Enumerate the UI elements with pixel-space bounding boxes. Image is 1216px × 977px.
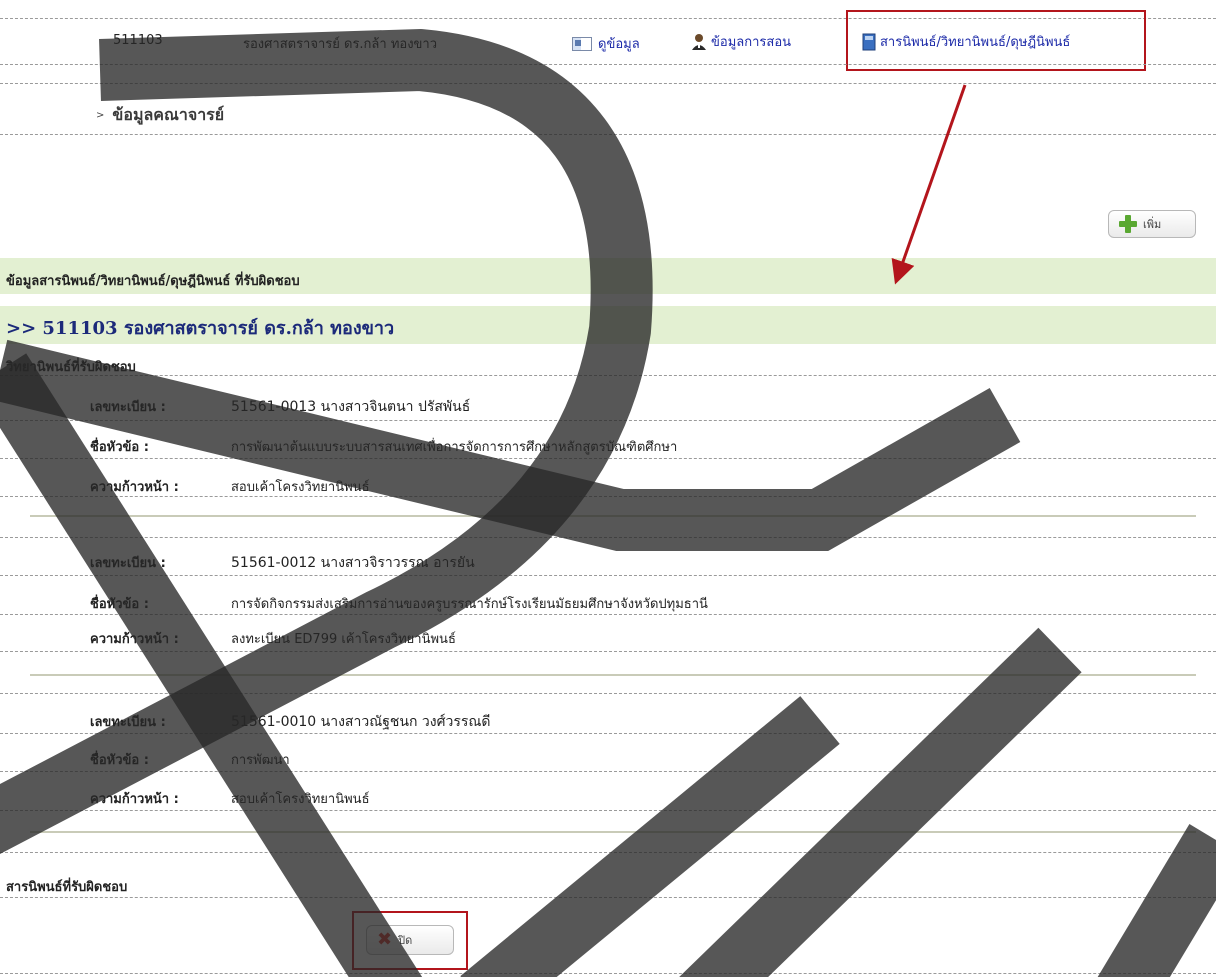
topic-label: ชื่อหัวข้อ : — [90, 753, 149, 768]
faculty-code: 511103 — [113, 33, 163, 48]
reg-value: 51561-0010 นางสาวณัฐชนก วงศ์วรรณดี — [231, 714, 491, 730]
progress-value: ลงทะเบียน ED799 เค้าโครงวิทยานิพนธ์ — [231, 632, 456, 647]
topic-label: ชื่อหัวข้อ : — [90, 597, 149, 612]
reg-label: เลขทะเบียน : — [90, 715, 166, 730]
add-button-label[interactable]: เพิ่ม — [1143, 215, 1161, 233]
progress-label: ความก้าวหน้า : — [90, 632, 179, 647]
add-button[interactable]: เพิ่ม — [1108, 210, 1196, 238]
professor-heading: >> 511103 รองศาสตราจารย์ ดร.กล้า ทองขาว — [6, 318, 395, 339]
thesis-link-highlight — [846, 10, 1146, 71]
thesis-section-title: วิทยานิพนธ์ที่รับผิดชอบ — [6, 360, 136, 375]
reg-value: 51561-0013 นางสาวจินตนา ปรัสพันธ์ — [231, 399, 471, 415]
view-info-link[interactable]: ดูข้อมูล — [572, 33, 640, 54]
card-icon — [572, 36, 592, 51]
plus-icon — [1119, 215, 1137, 233]
teaching-info-link[interactable]: ข้อมูลการสอน — [690, 31, 791, 52]
bullet-arrow-icon: > — [96, 110, 105, 121]
teacher-icon — [692, 33, 706, 50]
reg-label: เลขทะเบียน : — [90, 400, 166, 415]
progress-value: สอบเค้าโครงวิทยานิพนธ์ — [231, 480, 370, 495]
green-header: ข้อมูลสารนิพนธ์/วิทยานิพนธ์/ดุษฎีนิพนธ์ … — [6, 274, 300, 289]
topic-value: การพัฒนา — [231, 753, 290, 768]
topic-value: การจัดกิจกรรมส่งเสริมการอ่านของครูบรรณาร… — [231, 597, 708, 612]
close-button-highlight — [352, 911, 468, 970]
teaching-info-label[interactable]: ข้อมูลการสอน — [711, 31, 791, 52]
progress-label: ความก้าวหน้า : — [90, 480, 179, 495]
progress-label: ความก้าวหน้า : — [90, 792, 179, 807]
independent-section-title: สารนิพนธ์ที่รับผิดชอบ — [6, 880, 128, 895]
topic-label: ชื่อหัวข้อ : — [90, 440, 149, 455]
progress-value: สอบเค้าโครงวิทยานิพนธ์ — [231, 792, 370, 807]
view-info-label[interactable]: ดูข้อมูล — [598, 33, 640, 54]
faculty-name: รองศาสตราจารย์ ดร.กล้า ทองขาว — [243, 37, 438, 52]
reg-label: เลขทะเบียน : — [90, 556, 166, 571]
section-title: > ข้อมูลคณาจารย์ — [96, 105, 225, 124]
topic-value: การพัฒนาต้นแบบระบบสารสนเทศเพื่อการจัดการ… — [231, 440, 678, 455]
reg-value: 51561-0012 นางสาวจิราวรรณ อารยัน — [231, 555, 475, 571]
